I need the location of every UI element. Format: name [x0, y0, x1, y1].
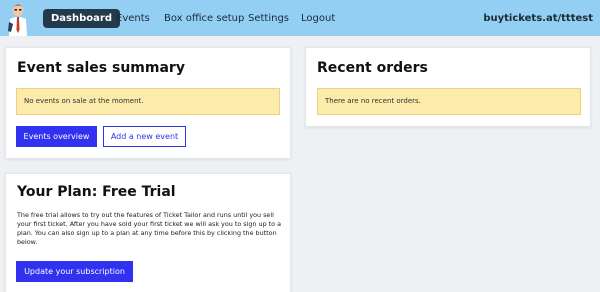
account-url[interactable]: buytickets.at/tttest [483, 9, 593, 28]
plan-card: Your Plan: Free Trial The free trial all… [5, 173, 291, 292]
nav-box-office-setup[interactable]: Box office setup [164, 9, 244, 28]
no-recent-orders-notice: There are no recent orders. [317, 88, 581, 115]
recent-orders-card: Recent orders There are no recent orders… [305, 47, 591, 127]
nav-settings[interactable]: Settings [248, 9, 289, 28]
update-subscription-button[interactable]: Update your subscription [16, 261, 133, 282]
plan-description: The free trial allows to try out the fea… [17, 211, 282, 247]
mascot-logo-icon[interactable] [6, 2, 30, 36]
no-events-notice: No events on sale at the moment. [16, 88, 280, 115]
event-sales-summary-title: Event sales summary [17, 60, 185, 76]
event-sales-summary-card: Event sales summary No events on sale at… [5, 47, 291, 159]
top-navigation-bar: Dashboard Events Box office setup Settin… [0, 0, 600, 36]
add-new-event-button[interactable]: Add a new event [103, 126, 186, 147]
recent-orders-title: Recent orders [317, 60, 428, 76]
events-overview-button[interactable]: Events overview [16, 126, 97, 147]
nav-logout[interactable]: Logout [301, 9, 335, 28]
nav-dashboard[interactable]: Dashboard [43, 9, 120, 28]
plan-title: Your Plan: Free Trial [17, 184, 176, 200]
nav-events[interactable]: Events [116, 9, 150, 28]
